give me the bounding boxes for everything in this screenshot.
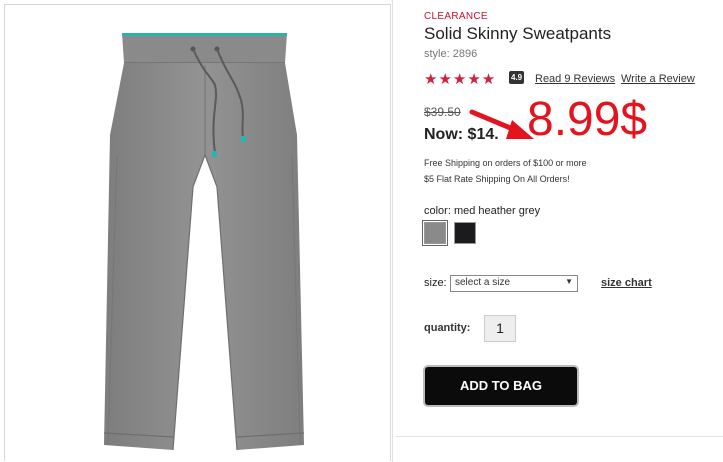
size-label: size: bbox=[424, 277, 447, 289]
quantity-label: quantity: bbox=[424, 322, 471, 334]
chevron-down-icon: ▼ bbox=[565, 277, 573, 286]
product-details: CLEARANCE Solid Skinny Sweatpants style:… bbox=[422, 0, 723, 462]
annotated-new-price: 8.99$ bbox=[527, 93, 648, 146]
write-review-link[interactable]: Write a Review bbox=[621, 73, 695, 85]
read-reviews-link[interactable]: Read 9 Reviews bbox=[535, 73, 615, 85]
color-label: color: med heather grey bbox=[424, 205, 541, 217]
rating-value-badge: 4.9 bbox=[509, 71, 525, 84]
original-price: $39.50 bbox=[424, 105, 461, 119]
product-image-panel bbox=[4, 4, 391, 461]
size-select[interactable]: select a size ▼ bbox=[450, 275, 578, 292]
swatch-med-heather-grey[interactable] bbox=[422, 220, 448, 246]
swatch-black[interactable] bbox=[454, 222, 476, 244]
style-number: style: 2896 bbox=[424, 48, 478, 60]
size-select-value: select a size bbox=[455, 277, 511, 288]
add-to-bag-button[interactable]: ADD TO BAG bbox=[425, 367, 577, 405]
column-divider bbox=[392, 0, 393, 462]
clearance-badge: CLEARANCE bbox=[424, 11, 488, 22]
quantity-input[interactable]: 1 bbox=[484, 315, 516, 342]
rating-stars: ★★★★★ bbox=[424, 71, 497, 88]
free-shipping-text: Free Shipping on orders of $100 or more bbox=[424, 158, 587, 168]
flat-rate-shipping-text: $5 Flat Rate Shipping On All Orders! bbox=[424, 174, 570, 184]
product-image-sweatpants bbox=[103, 33, 305, 451]
product-title: Solid Skinny Sweatpants bbox=[424, 24, 612, 43]
size-chart-link[interactable]: size chart bbox=[601, 277, 652, 289]
